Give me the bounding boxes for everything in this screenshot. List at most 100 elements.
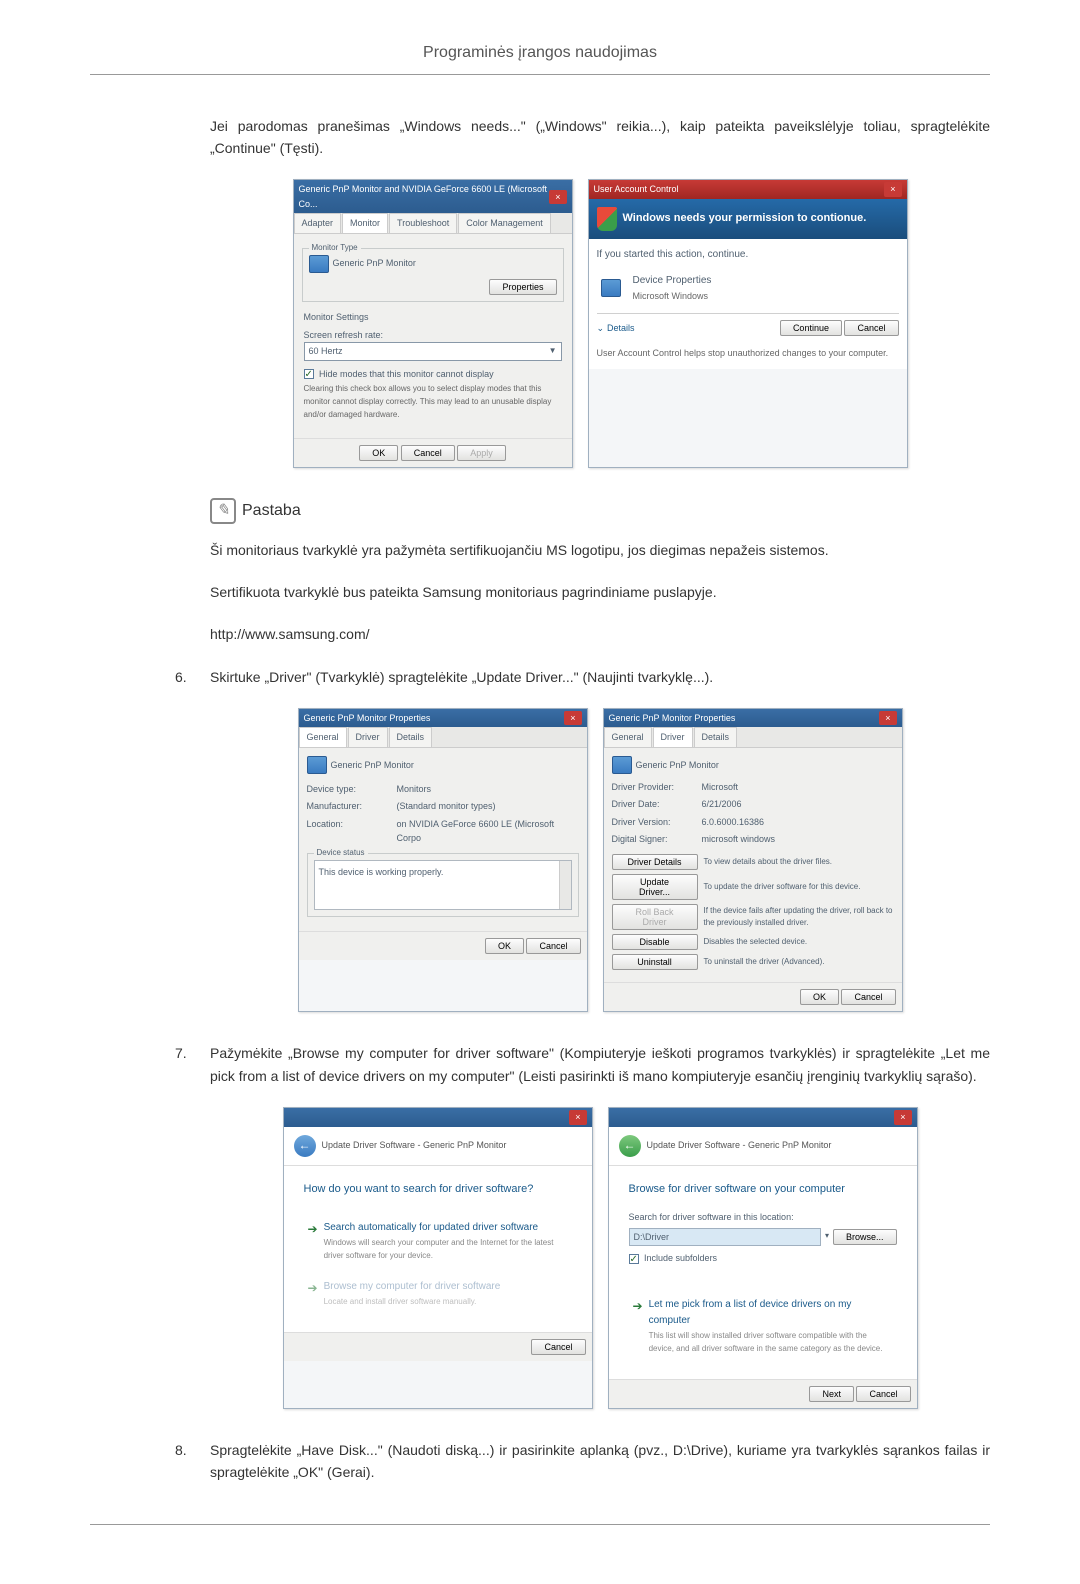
uninstall-desc: To uninstall the driver (Advanced). <box>704 956 894 969</box>
details-expander[interactable]: ⌄ Details <box>597 321 635 335</box>
page-title: Programinės įrangos naudojimas <box>90 40 990 75</box>
continue-button[interactable]: Continue <box>780 320 842 336</box>
rollback-driver-desc: If the device fails after updating the d… <box>704 905 894 931</box>
refresh-rate-label: Screen refresh rate: <box>304 328 562 342</box>
tab-driver[interactable]: Driver <box>653 727 693 746</box>
refresh-rate-dropdown[interactable]: 60 Hertz ▼ <box>304 342 562 360</box>
cancel-button[interactable]: Cancel <box>526 938 580 954</box>
chevron-down-icon[interactable]: ▾ <box>825 1230 829 1243</box>
properties-button[interactable]: Properties <box>489 279 556 295</box>
step-number: 6. <box>175 666 210 688</box>
uac-dialog: User Account Control × Windows needs you… <box>588 179 908 467</box>
update-driver-button[interactable]: Update Driver... <box>612 874 698 900</box>
driver-date-value: 6/21/2006 <box>702 797 742 811</box>
wizard-titlebar: × <box>284 1108 592 1126</box>
update-driver-desc: To update the driver software for this d… <box>704 881 894 894</box>
close-icon[interactable]: × <box>894 1110 911 1124</box>
driver-details-button[interactable]: Driver Details <box>612 854 698 870</box>
tab-driver[interactable]: Driver <box>348 727 388 746</box>
note-icon: ✎ <box>210 498 236 524</box>
device-type-value: Monitors <box>397 782 432 796</box>
monitor-name: Generic PnP Monitor <box>636 758 719 772</box>
note-title: Pastaba <box>242 498 301 524</box>
uac-banner: Windows needs your permission to contion… <box>589 199 907 239</box>
browse-computer-option[interactable]: ➔ Browse my computer for driver software… <box>304 1271 572 1317</box>
search-automatically-option[interactable]: ➔ Search automatically for updated drive… <box>304 1212 572 1271</box>
include-subfolders-checkbox[interactable] <box>629 1254 639 1264</box>
cancel-button[interactable]: Cancel <box>844 320 898 336</box>
pick-from-list-option[interactable]: ➔ Let me pick from a list of device driv… <box>629 1289 897 1364</box>
uac-titlebar: User Account Control × <box>589 180 907 198</box>
signer-label: Digital Signer: <box>612 832 702 846</box>
next-button[interactable]: Next <box>809 1386 854 1402</box>
tab-general[interactable]: General <box>299 727 347 746</box>
dialog-titlebar: Generic PnP Monitor Properties × <box>604 709 902 727</box>
option-subtitle: This list will show installed driver sof… <box>649 1330 893 1356</box>
update-driver-wizard-2: × ← Update Driver Software - Generic PnP… <box>608 1107 918 1409</box>
close-icon[interactable]: × <box>879 711 896 725</box>
wizard-breadcrumb: Update Driver Software - Generic PnP Mon… <box>322 1138 507 1152</box>
group-label: Monitor Type <box>309 242 361 255</box>
hide-modes-description: Clearing this check box allows you to se… <box>304 383 562 421</box>
disable-button[interactable]: Disable <box>612 934 698 950</box>
close-icon[interactable]: × <box>569 1110 586 1124</box>
monitor-name: Generic PnP Monitor <box>333 256 416 270</box>
scrollbar[interactable] <box>559 861 571 909</box>
signer-value: microsoft windows <box>702 832 776 846</box>
wizard-breadcrumb: Update Driver Software - Generic PnP Mon… <box>647 1138 832 1152</box>
browse-button[interactable]: Browse... <box>833 1229 897 1245</box>
tab-monitor[interactable]: Monitor <box>342 213 388 232</box>
refresh-rate-value: 60 Hertz <box>309 344 343 358</box>
ok-button[interactable]: OK <box>485 938 524 954</box>
uninstall-button[interactable]: Uninstall <box>612 954 698 970</box>
screenshot-row-3: × ← Update Driver Software - Generic PnP… <box>210 1107 990 1409</box>
note-text-2: Sertifikuota tvarkyklė bus pateikta Sams… <box>210 581 990 603</box>
group-label: Device status <box>314 847 368 860</box>
apply-button[interactable]: Apply <box>457 445 506 461</box>
wizard-header: ← Update Driver Software - Generic PnP M… <box>284 1127 592 1166</box>
step-number: 7. <box>175 1042 210 1087</box>
close-icon[interactable]: × <box>564 711 581 725</box>
disable-desc: Disables the selected device. <box>704 936 894 949</box>
back-button[interactable]: ← <box>619 1135 641 1157</box>
hide-modes-checkbox[interactable] <box>304 369 314 379</box>
ok-button[interactable]: OK <box>800 989 839 1005</box>
search-location-label: Search for driver software in this locat… <box>629 1210 897 1224</box>
device-status-group: Device status This device is working pro… <box>307 853 579 917</box>
ok-button[interactable]: OK <box>359 445 398 461</box>
path-input[interactable]: D:\Driver <box>629 1228 821 1246</box>
provider-label: Driver Provider: <box>612 780 702 794</box>
cancel-button[interactable]: Cancel <box>856 1386 910 1402</box>
cancel-button[interactable]: Cancel <box>401 445 455 461</box>
monitor-type-group: Monitor Type Generic PnP Monitor Propert… <box>302 248 564 302</box>
dialog-title: Generic PnP Monitor Properties <box>304 711 431 725</box>
wizard-titlebar: × <box>609 1108 917 1126</box>
arrow-icon: ➔ <box>308 1279 318 1298</box>
tab-details[interactable]: Details <box>694 727 738 746</box>
manufacturer-label: Manufacturer: <box>307 799 397 813</box>
cancel-button[interactable]: Cancel <box>531 1339 585 1355</box>
option-subtitle: Locate and install driver software manua… <box>324 1296 501 1309</box>
tab-general[interactable]: General <box>604 727 652 746</box>
tab-troubleshoot[interactable]: Troubleshoot <box>389 213 457 232</box>
cancel-button[interactable]: Cancel <box>841 989 895 1005</box>
tab-color-management[interactable]: Color Management <box>458 213 551 232</box>
intro-paragraph: Jei parodomas pranešimas „Windows needs.… <box>210 115 990 160</box>
close-icon[interactable]: × <box>549 190 566 204</box>
uac-title: User Account Control <box>594 182 679 196</box>
step-text: Skirtuke „Driver" (Tvarkyklė) spragtelėk… <box>210 666 990 688</box>
driver-date-label: Driver Date: <box>612 797 702 811</box>
provider-value: Microsoft <box>702 780 739 794</box>
tab-adapter[interactable]: Adapter <box>294 213 342 232</box>
driver-details-desc: To view details about the driver files. <box>704 856 894 869</box>
device-type-label: Device type: <box>307 782 397 796</box>
rollback-driver-button[interactable]: Roll Back Driver <box>612 904 698 930</box>
dialog-title: Generic PnP Monitor Properties <box>609 711 736 725</box>
close-icon[interactable]: × <box>884 182 901 196</box>
step-text: Spragtelėkite „Have Disk..." (Naudoti di… <box>210 1439 990 1484</box>
monitor-settings-group: Monitor Settings Screen refresh rate: 60… <box>302 308 564 424</box>
note-text-1: Ši monitoriaus tvarkyklė yra pažymėta se… <box>210 539 990 561</box>
tab-details[interactable]: Details <box>389 727 433 746</box>
back-button[interactable]: ← <box>294 1135 316 1157</box>
include-subfolders-label: Include subfolders <box>644 1253 717 1263</box>
